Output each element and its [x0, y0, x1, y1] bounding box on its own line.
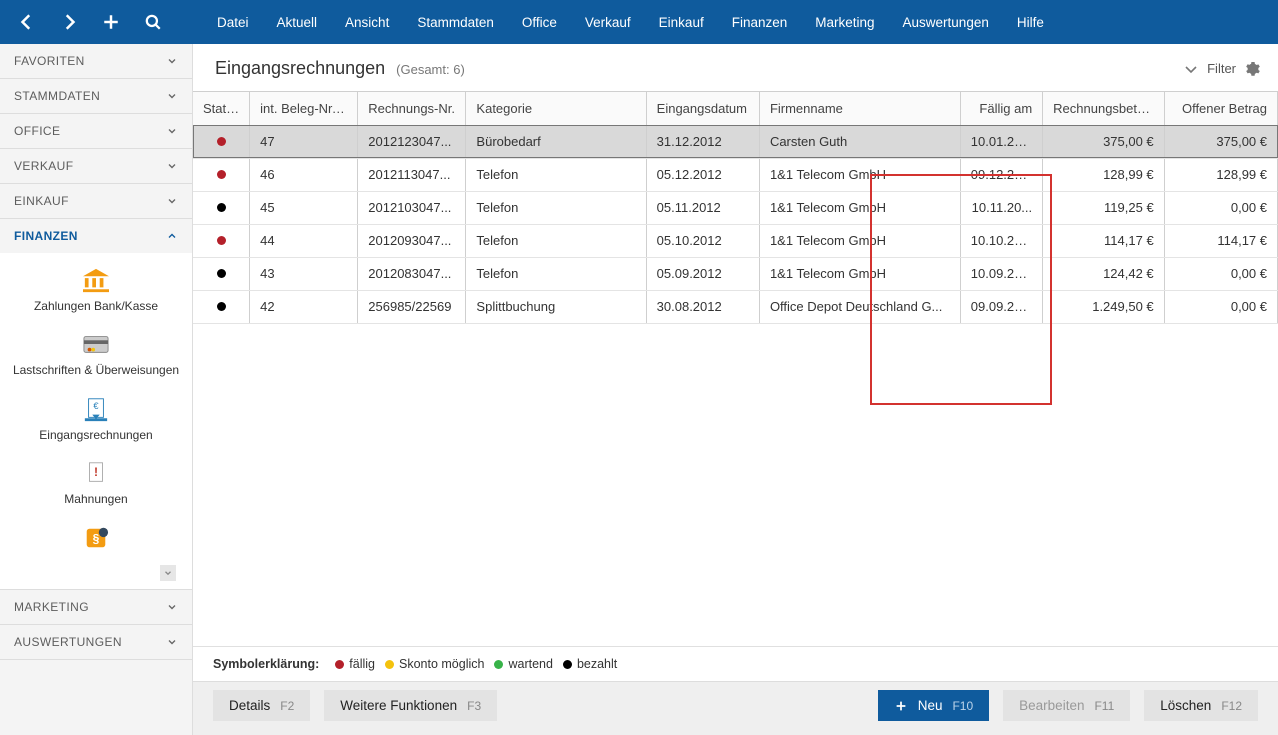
details-button[interactable]: Details F2	[213, 690, 310, 721]
svg-text:€: €	[93, 401, 99, 411]
dot-icon	[563, 660, 572, 669]
legend-item-bezahlt: bezahlt	[563, 657, 617, 671]
sidebar-section-einkauf[interactable]: EINKAUF	[0, 184, 192, 218]
data-table-wrap: Statusint. Beleg-Nr.Rechnungs-Nr.Kategor…	[193, 91, 1278, 646]
menu-auswertungen[interactable]: Auswertungen	[903, 15, 989, 30]
edit-button[interactable]: Bearbeiten F11	[1003, 690, 1130, 721]
legend-item-fällig: fällig	[335, 657, 375, 671]
legend-item-Skonto möglich: Skonto möglich	[385, 657, 484, 671]
sidebar-item-lastschriften-berweisungen[interactable]: Lastschriften & Überweisungen	[6, 331, 186, 377]
legend: Symbolerklärung: fällig Skonto möglich wart…	[193, 646, 1278, 681]
status-dot-icon	[217, 302, 226, 311]
menu-aktuell[interactable]: Aktuell	[277, 15, 318, 30]
table-row[interactable]: 462012113047...Telefon05.12.20121&1 Tele…	[193, 158, 1278, 191]
forward-icon[interactable]	[60, 13, 78, 31]
sidebar-section-office[interactable]: OFFICE	[0, 114, 192, 148]
status-dot-icon	[217, 203, 226, 212]
svg-text:!: !	[94, 465, 98, 479]
footer-toolbar: Details F2 Weitere Funktionen F3 Neu F10	[193, 681, 1278, 735]
menu-hilfe[interactable]: Hilfe	[1017, 15, 1044, 30]
sidebar-section-marketing[interactable]: MARKETING	[0, 590, 192, 624]
col-firmenname[interactable]: Firmenname	[759, 92, 960, 125]
sidebar-item-paragraph[interactable]: §	[6, 525, 186, 557]
dot-icon	[335, 660, 344, 669]
sidebar-item-eingangsrechnungen[interactable]: €Eingangsrechnungen	[6, 396, 186, 442]
svg-text:§: §	[93, 531, 100, 545]
col-rechnungs-nr-[interactable]: Rechnungs-Nr.	[358, 92, 466, 125]
status-dot-icon	[217, 170, 226, 179]
dot-icon	[385, 660, 394, 669]
menu-verkauf[interactable]: Verkauf	[585, 15, 631, 30]
legend-item-wartend: wartend	[494, 657, 552, 671]
menu-office[interactable]: Office	[522, 15, 557, 30]
page-header: Eingangsrechnungen (Gesamt: 6) Filter	[193, 44, 1278, 91]
menu-ansicht[interactable]: Ansicht	[345, 15, 389, 30]
dot-icon	[494, 660, 503, 669]
col-status[interactable]: Status	[193, 92, 250, 125]
col-int-beleg-nr-[interactable]: int. Beleg-Nr.	[250, 92, 358, 125]
new-button[interactable]: Neu F10	[878, 690, 989, 721]
chevron-down-icon[interactable]	[160, 565, 176, 581]
filter-controls[interactable]: Filter	[1183, 61, 1260, 77]
sidebar-section-finanzen[interactable]: FINANZEN	[0, 219, 192, 253]
gear-icon[interactable]	[1244, 61, 1260, 77]
search-icon[interactable]	[144, 13, 162, 31]
invoice-table: Statusint. Beleg-Nr.Rechnungs-Nr.Kategor…	[193, 92, 1278, 324]
status-cell	[193, 257, 250, 290]
table-row[interactable]: 432012083047...Telefon05.09.20121&1 Tele…	[193, 257, 1278, 290]
col-rechnungsbetrag[interactable]: Rechnungsbetrag	[1043, 92, 1165, 125]
table-row[interactable]: 42256985/22569Splittbuchung30.08.2012Off…	[193, 290, 1278, 323]
plus-icon	[894, 699, 908, 713]
sidebar-section-stammdaten[interactable]: STAMMDATEN	[0, 79, 192, 113]
page-title: Eingangsrechnungen (Gesamt: 6)	[215, 58, 465, 79]
topbar: Datei Aktuell Ansicht Stammdaten Office Verka…	[0, 0, 1278, 44]
col-f-llig-am[interactable]: Fällig am	[960, 92, 1042, 125]
sidebar: FAVORITENSTAMMDATENOFFICEVERKAUFEINKAUFF…	[0, 44, 193, 735]
col-kategorie[interactable]: Kategorie	[466, 92, 646, 125]
status-cell	[193, 191, 250, 224]
sidebar-section-auswertungen[interactable]: AUSWERTUNGEN	[0, 625, 192, 659]
status-cell	[193, 158, 250, 191]
status-dot-icon	[217, 269, 226, 278]
sidebar-item-zahlungen-bank-kasse[interactable]: Zahlungen Bank/Kasse	[6, 267, 186, 313]
menu-stammdaten[interactable]: Stammdaten	[417, 15, 494, 30]
col-offener-betrag[interactable]: Offener Betrag	[1164, 92, 1277, 125]
table-row[interactable]: 442012093047...Telefon05.10.20121&1 Tele…	[193, 224, 1278, 257]
status-cell	[193, 224, 250, 257]
sidebar-section-favoriten[interactable]: FAVORITEN	[0, 44, 192, 78]
sidebar-item-mahnungen[interactable]: !Mahnungen	[6, 460, 186, 506]
menu-einkauf[interactable]: Einkauf	[659, 15, 704, 30]
legend-title: Symbolerklärung:	[213, 657, 319, 671]
filter-label: Filter	[1207, 61, 1236, 76]
status-dot-icon	[217, 137, 226, 146]
title-text: Eingangsrechnungen	[215, 58, 385, 78]
table-row[interactable]: 452012103047...Telefon05.11.20121&1 Tele…	[193, 191, 1278, 224]
record-count: (Gesamt: 6)	[396, 62, 465, 77]
menu-datei[interactable]: Datei	[217, 15, 249, 30]
menubar: Datei Aktuell Ansicht Stammdaten Office Verka…	[193, 0, 1044, 44]
menu-finanzen[interactable]: Finanzen	[732, 15, 788, 30]
back-icon[interactable]	[18, 13, 36, 31]
more-functions-button[interactable]: Weitere Funktionen F3	[324, 690, 497, 721]
status-dot-icon	[217, 236, 226, 245]
nav-icon-group	[0, 0, 193, 44]
chevron-down-icon	[1183, 61, 1199, 77]
status-cell	[193, 290, 250, 323]
delete-button[interactable]: Löschen F12	[1144, 690, 1258, 721]
status-cell	[193, 125, 250, 158]
sidebar-section-verkauf[interactable]: VERKAUF	[0, 149, 192, 183]
menu-marketing[interactable]: Marketing	[815, 15, 874, 30]
table-row[interactable]: 472012123047...Bürobedarf31.12.2012Carst…	[193, 125, 1278, 158]
plus-icon[interactable]	[102, 13, 120, 31]
col-eingangsdatum[interactable]: Eingangsdatum	[646, 92, 759, 125]
content-area: Eingangsrechnungen (Gesamt: 6) Filter St…	[193, 44, 1278, 735]
